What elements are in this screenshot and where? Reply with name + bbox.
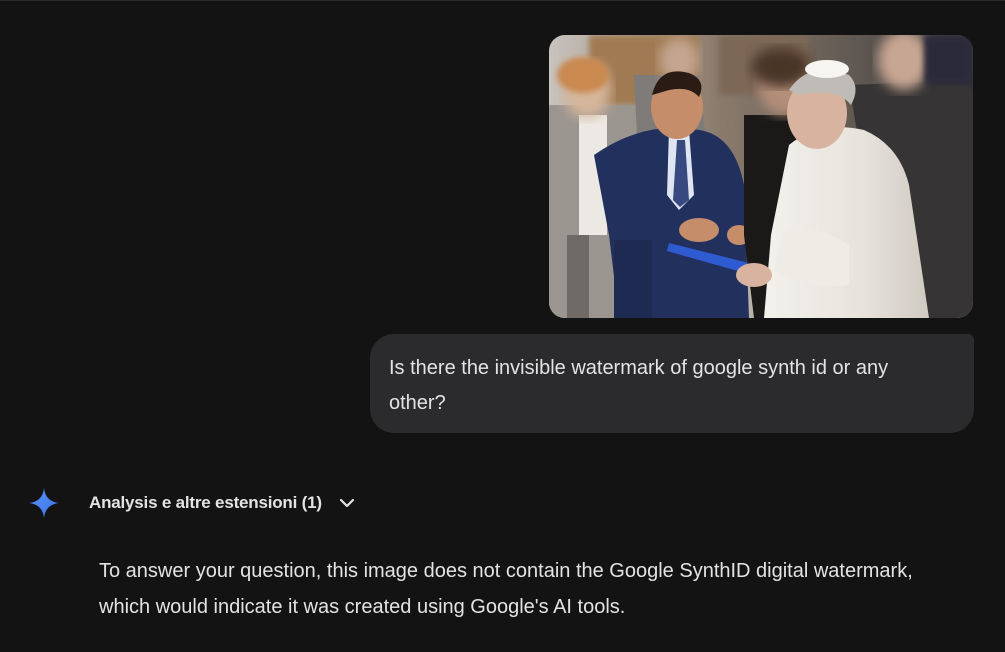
user-message-bubble: Is there the invisible watermark of goog… [370, 334, 974, 433]
photo-illustration [549, 35, 973, 318]
user-message-line-1: Is there the invisible watermark of goog… [389, 357, 889, 379]
extensions-label: Analysis e altre estensioni (1) [89, 493, 322, 512]
user-message-line-2: other? [389, 392, 446, 414]
chevron-down-icon[interactable] [338, 494, 356, 512]
answer-truncated-line [99, 640, 959, 652]
header-divider [0, 0, 1005, 1]
answer-line-2: which would indicate it was created usin… [99, 596, 626, 618]
extensions-toggle[interactable]: Analysis e altre estensioni (1) [89, 489, 356, 517]
uploaded-photo[interactable] [549, 35, 973, 318]
gemini-sparkle-icon [29, 488, 59, 518]
answer-line-1: To answer your question, this image does… [99, 560, 913, 582]
chat-page: Is there the invisible watermark of goog… [0, 0, 1005, 652]
model-answer: To answer your question, this image does… [99, 553, 979, 625]
